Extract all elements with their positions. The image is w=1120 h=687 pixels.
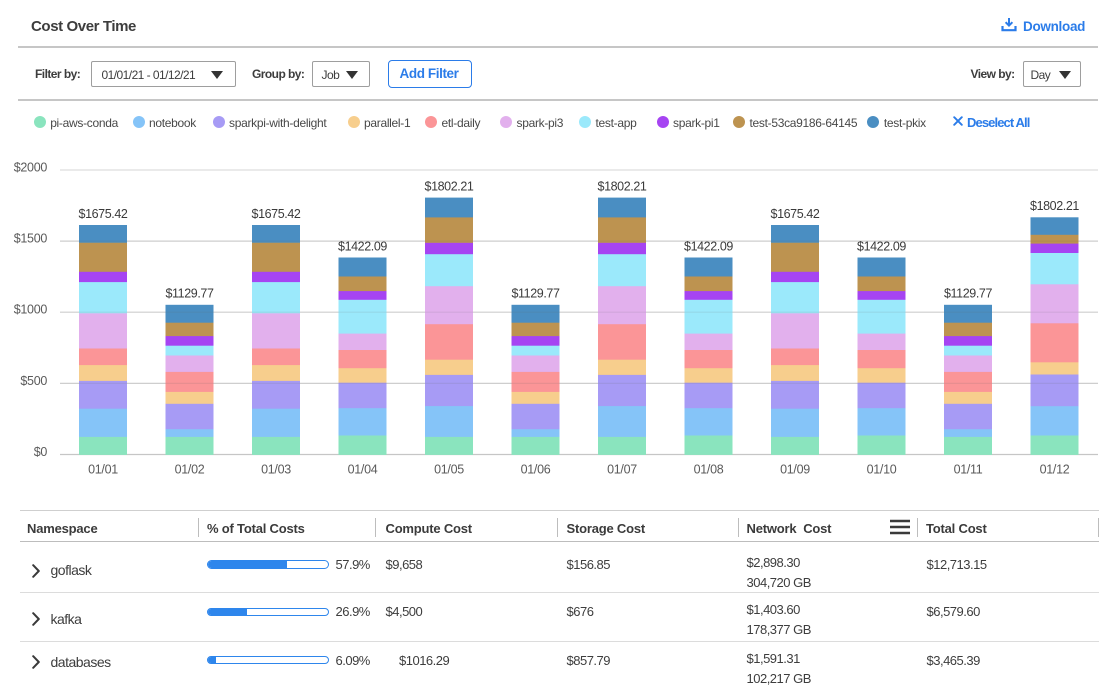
svg-text:01/01: 01/01 bbox=[88, 463, 118, 477]
svg-text:$500: $500 bbox=[20, 374, 47, 388]
svg-text:$1675.42: $1675.42 bbox=[771, 207, 820, 221]
svg-text:$1129.77: $1129.77 bbox=[944, 287, 992, 301]
svg-text:$1000: $1000 bbox=[14, 303, 48, 317]
svg-text:01/07: 01/07 bbox=[607, 463, 637, 477]
svg-text:$1675.42: $1675.42 bbox=[252, 207, 301, 221]
svg-text:01/10: 01/10 bbox=[867, 463, 897, 477]
svg-text:01/08: 01/08 bbox=[694, 463, 724, 477]
svg-text:$1802.21: $1802.21 bbox=[425, 179, 474, 193]
svg-text:$1500: $1500 bbox=[14, 232, 48, 246]
svg-text:$1129.77: $1129.77 bbox=[165, 287, 213, 301]
svg-text:01/02: 01/02 bbox=[175, 463, 205, 477]
svg-text:$1675.42: $1675.42 bbox=[79, 207, 128, 221]
svg-text:$2000: $2000 bbox=[14, 161, 48, 175]
svg-text:01/06: 01/06 bbox=[521, 463, 551, 477]
svg-text:$1129.77: $1129.77 bbox=[511, 287, 559, 301]
svg-text:$0: $0 bbox=[34, 445, 48, 459]
svg-text:$1802.21: $1802.21 bbox=[598, 179, 647, 193]
svg-text:01/04: 01/04 bbox=[348, 463, 378, 477]
svg-text:01/11: 01/11 bbox=[954, 463, 983, 477]
svg-text:01/05: 01/05 bbox=[434, 463, 464, 477]
svg-text:01/03: 01/03 bbox=[261, 463, 291, 477]
svg-text:$1802.21: $1802.21 bbox=[1030, 199, 1079, 213]
svg-text:01/09: 01/09 bbox=[780, 463, 810, 477]
svg-text:01/12: 01/12 bbox=[1040, 463, 1070, 477]
